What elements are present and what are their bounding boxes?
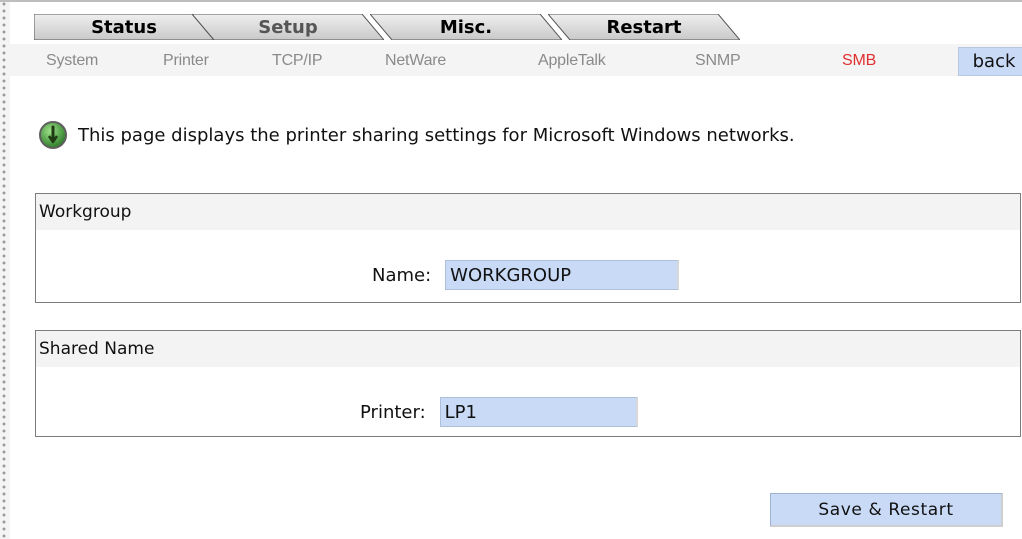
tab-setup[interactable]: Setup: [192, 14, 384, 40]
printer-label: Printer:: [360, 401, 426, 423]
save-restart-button[interactable]: Save & Restart: [770, 493, 1003, 527]
info-message: This page displays the printer sharing s…: [38, 121, 795, 149]
left-dotted-border: [0, 0, 10, 539]
subnav-printer[interactable]: Printer: [163, 52, 209, 70]
tab-restart-label: Restart: [606, 16, 682, 38]
subnav-appletalk[interactable]: AppleTalk: [538, 52, 606, 70]
sub-navigation: System Printer TCP/IP NetWare AppleTalk …: [10, 44, 1022, 76]
workgroup-header: Workgroup: [36, 194, 1020, 230]
tab-misc-label: Misc.: [439, 16, 493, 38]
tab-restart[interactable]: Restart: [548, 14, 740, 40]
back-button[interactable]: back: [958, 47, 1022, 76]
subnav-system[interactable]: System: [46, 52, 98, 70]
info-icon: [39, 121, 67, 149]
workgroup-panel: Workgroup Name:: [35, 193, 1021, 303]
shared-name-header: Shared Name: [36, 331, 1020, 367]
subnav-netware[interactable]: NetWare: [385, 52, 446, 70]
info-text: This page displays the printer sharing s…: [78, 124, 795, 146]
subnav-tcpip[interactable]: TCP/IP: [272, 52, 323, 70]
subnav-snmp[interactable]: SNMP: [695, 52, 741, 70]
tab-status[interactable]: Status: [34, 14, 214, 40]
printer-name-input[interactable]: [439, 397, 638, 427]
tab-setup-label: Setup: [258, 16, 318, 38]
tab-misc[interactable]: Misc.: [370, 14, 562, 40]
top-border: [0, 0, 1022, 2]
workgroup-name-row: Name:: [372, 260, 680, 290]
subnav-smb[interactable]: SMB: [842, 52, 876, 70]
tab-status-label: Status: [91, 16, 157, 38]
shared-name-panel: Shared Name Printer:: [35, 330, 1021, 437]
shared-printer-row: Printer:: [360, 397, 638, 427]
name-label: Name:: [372, 264, 432, 286]
workgroup-name-input[interactable]: [445, 260, 680, 290]
